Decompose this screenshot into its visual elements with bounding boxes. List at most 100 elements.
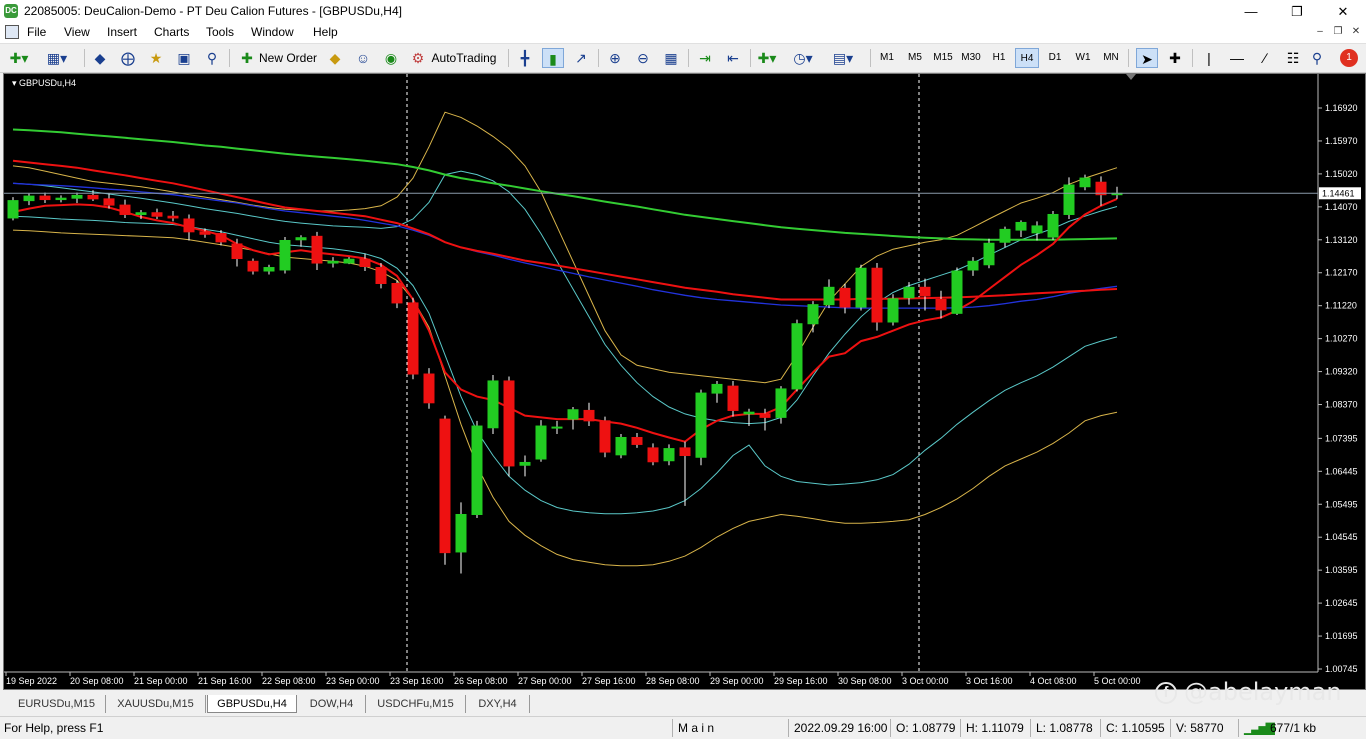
timeframe-mn[interactable]: MN (1099, 48, 1123, 68)
timeframe-m5[interactable]: M5 (903, 48, 927, 68)
periods-icon[interactable]: ◷▾ (792, 48, 814, 68)
candle-body (487, 380, 499, 429)
candle-body (599, 420, 611, 453)
new-chart-icon[interactable]: ✚▾ (8, 48, 30, 68)
tab-dow-h4[interactable]: DOW,H4 (298, 695, 366, 713)
tab-dxy-h4[interactable]: DXY,H4 (466, 695, 530, 713)
candle-body (119, 204, 131, 215)
autoscroll-icon[interactable]: ⇥ (694, 48, 716, 68)
menu-charts[interactable]: Charts (154, 25, 189, 39)
chart-shift-icon[interactable]: ⇤ (722, 48, 744, 68)
strategy-tester-icon[interactable]: ⚲ (201, 48, 223, 68)
new-order-icon: ✚ (241, 50, 253, 66)
child-minimize-button[interactable]: – (1312, 26, 1328, 40)
cursor-icon[interactable]: ➤ (1136, 48, 1158, 68)
candle-body (647, 447, 659, 463)
child-restore-button[interactable]: ❐ (1330, 26, 1346, 40)
separator (84, 49, 85, 67)
candle-body (167, 215, 179, 219)
vertical-line-icon[interactable]: | (1198, 48, 1220, 68)
candle-body (407, 302, 419, 375)
price-axis-label: 1.03595 (1325, 565, 1358, 575)
candle-body (567, 409, 579, 420)
timeframe-h4[interactable]: H4 (1015, 48, 1039, 68)
market-watch-icon[interactable]: ◆ (89, 48, 111, 68)
zoom-in-icon[interactable]: ⊕ (604, 48, 626, 68)
connection-icon: ▁▃▅▇ (1244, 721, 1275, 735)
chart-window[interactable]: 1.16920 1.15970 1.15020 1.14070 1.13120 1.121… (3, 73, 1366, 690)
menu-view[interactable]: View (64, 25, 90, 39)
price-chart[interactable]: 1.16920 1.15970 1.15020 1.14070 1.13120 1.121… (4, 74, 1365, 689)
tab-xauusd-m15[interactable]: XAUUSDu,M15 (106, 695, 206, 713)
candle-body (327, 260, 339, 264)
chart-shift-marker (1126, 74, 1136, 80)
crosshair-icon[interactable]: ✚ (1164, 48, 1186, 68)
separator (960, 719, 961, 737)
candle-body (871, 267, 883, 323)
horizontal-line-icon[interactable]: — (1226, 48, 1248, 68)
close-button[interactable]: ✕ (1320, 0, 1366, 23)
indicators-icon[interactable]: ✚▾ (756, 48, 778, 68)
bar-chart-icon[interactable]: ╋ (514, 48, 536, 68)
candle-body (71, 194, 83, 199)
metaeditor-icon[interactable]: ◆ (324, 48, 346, 68)
navigator-icon[interactable]: ★ (145, 48, 167, 68)
price-axis-label: 1.16920 (1325, 103, 1358, 113)
chart-symbol-label: ▾ GBPUSDu,H4 (12, 78, 77, 88)
candle-body (359, 258, 371, 268)
candle-body (679, 447, 691, 457)
title-bar: DC 22085005: DeuCalion-Demo - PT Deu Cal… (0, 0, 1366, 23)
zoom-out-icon[interactable]: ⊖ (632, 48, 654, 68)
moving-average-red-slow (12, 159, 1118, 301)
bid-price-label: 1.14461 (1322, 188, 1355, 198)
timeframe-h1[interactable]: H1 (987, 48, 1011, 68)
candle-body (695, 392, 707, 458)
time-axis-label: 4 Oct 08:00 (1030, 676, 1077, 686)
notification-badge[interactable]: 1 (1340, 49, 1358, 67)
templates-icon[interactable]: ▤▾ (832, 48, 854, 68)
new-order-button[interactable]: New Order (256, 48, 320, 68)
timeframe-w1[interactable]: W1 (1071, 48, 1095, 68)
minimize-button[interactable]: — (1228, 0, 1274, 23)
chart-window-icon[interactable] (5, 25, 19, 39)
tab-gbpusd-h4[interactable]: GBPUSDu,H4 (207, 695, 297, 713)
auto-trading-button[interactable]: AutoTrading (428, 48, 500, 68)
search-icon[interactable]: ⚲ (1306, 48, 1328, 68)
candle-body (199, 231, 211, 235)
time-axis-label: 20 Sep 08:00 (70, 676, 124, 686)
data-window-icon[interactable]: ⨁ (117, 48, 139, 68)
candle-body (999, 228, 1011, 243)
timeframe-m15[interactable]: M15 (931, 48, 955, 68)
timeframe-d1[interactable]: D1 (1043, 48, 1067, 68)
trendline-icon[interactable]: ∕ (1254, 48, 1276, 68)
candle-body (775, 388, 787, 418)
separator (229, 49, 230, 67)
child-close-button[interactable]: ✕ (1348, 26, 1364, 40)
chat-icon[interactable]: ☺ (352, 48, 374, 68)
menu-help[interactable]: Help (313, 25, 338, 39)
candle-body (263, 267, 275, 272)
signals-icon[interactable]: ◉ (380, 48, 402, 68)
candlestick-chart-icon[interactable]: ▮ (542, 48, 564, 68)
timeframe-m1[interactable]: M1 (875, 48, 899, 68)
time-axis-label: 23 Sep 00:00 (326, 676, 380, 686)
candle-body (231, 243, 243, 260)
menu-insert[interactable]: Insert (107, 25, 137, 39)
tile-windows-icon[interactable]: ▦ (660, 48, 682, 68)
menu-window[interactable]: Window (251, 25, 294, 39)
candle-body (807, 304, 819, 325)
terminal-icon[interactable]: ▣ (173, 48, 195, 68)
maximize-button[interactable]: ❐ (1274, 0, 1320, 23)
auto-trading-icon: ⚙ (411, 50, 425, 66)
tab-usdchf-m15[interactable]: USDCHFu,M15 (366, 695, 466, 713)
tab-eurusd-m15[interactable]: EURUSDu,M15 (8, 695, 106, 713)
candle-body (183, 218, 195, 233)
menu-tools[interactable]: Tools (206, 25, 234, 39)
channel-icon[interactable]: ☷ (1282, 48, 1304, 68)
time-axis-label: 27 Sep 00:00 (518, 676, 572, 686)
menu-file[interactable]: File (27, 25, 46, 39)
line-chart-icon[interactable]: ↗ (570, 48, 592, 68)
candle-body (551, 426, 563, 429)
profiles-icon[interactable]: ▦▾ (46, 48, 68, 68)
timeframe-m30[interactable]: M30 (959, 48, 983, 68)
